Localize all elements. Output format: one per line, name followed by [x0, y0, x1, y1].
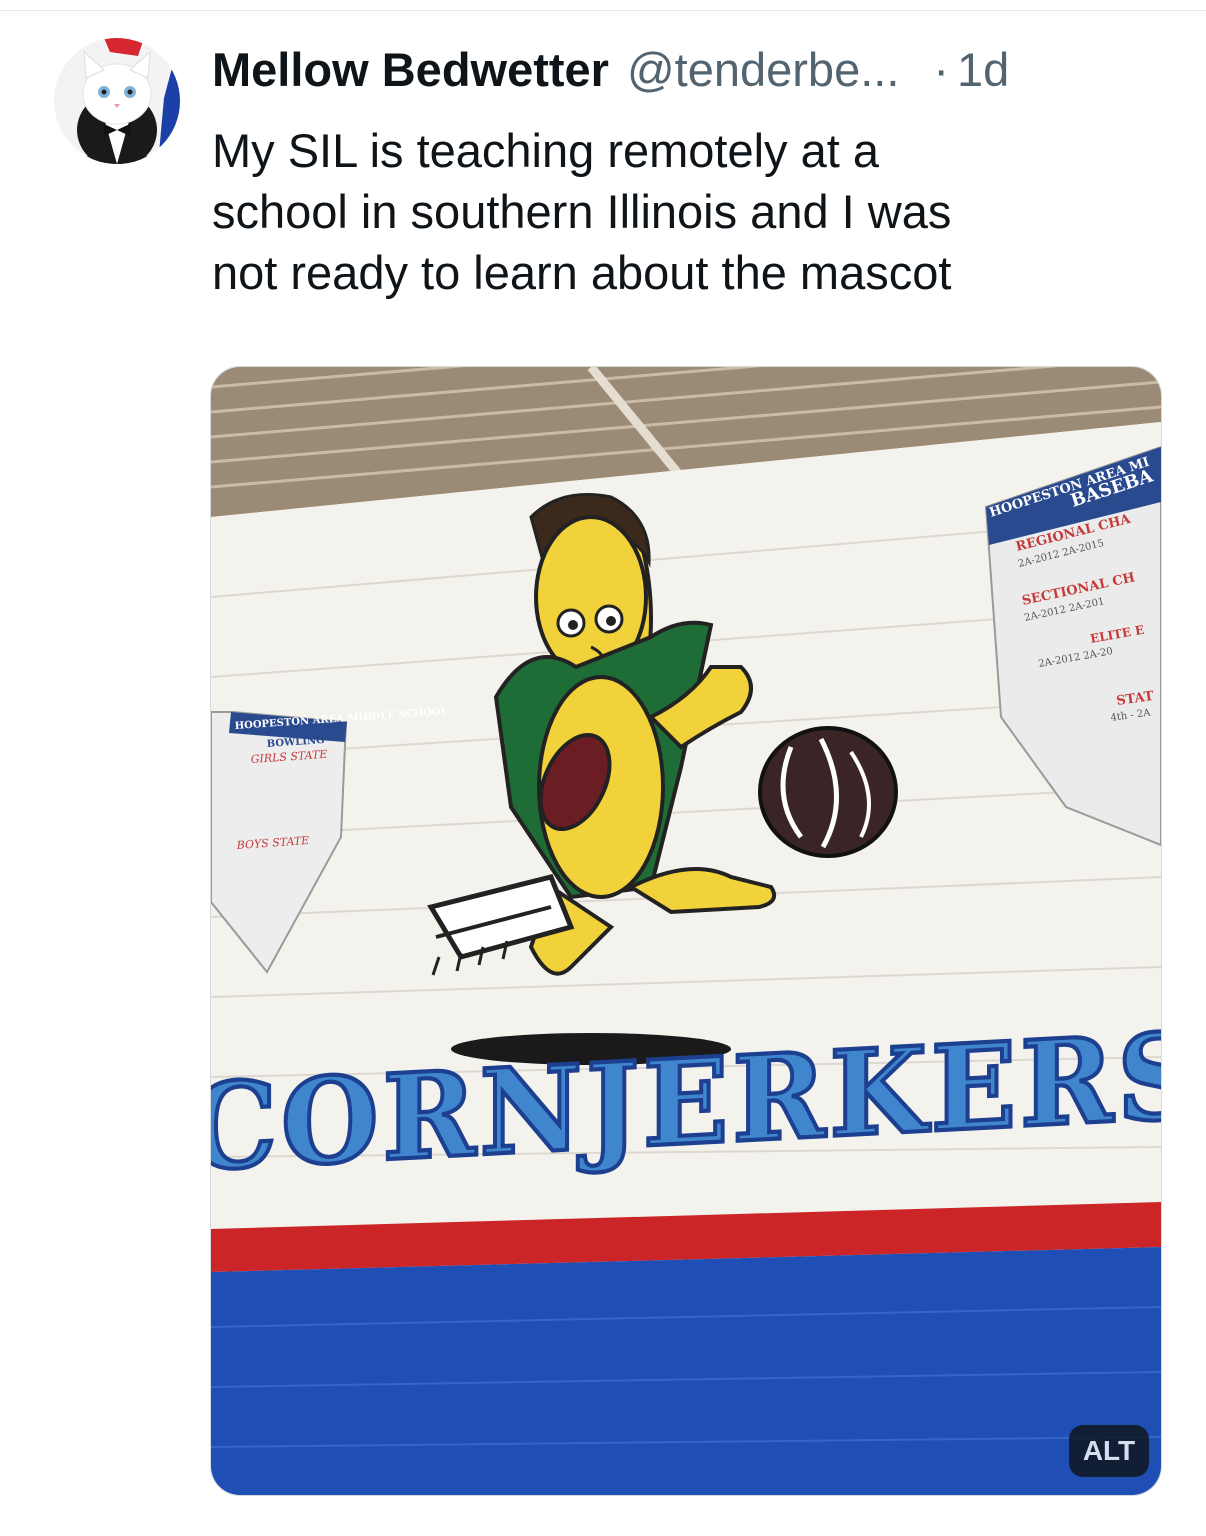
display-name[interactable]: Mellow Bedwetter	[212, 38, 609, 102]
timestamp[interactable]: 1d	[957, 38, 1009, 102]
tweet-text: My SIL is teaching remotely at a school …	[212, 124, 952, 299]
top-divider	[0, 10, 1206, 11]
avatar[interactable]	[54, 38, 180, 164]
user-handle[interactable]: @tenderbe...	[627, 38, 899, 102]
tweet-header: Mellow Bedwetter @tenderbe... · 1d	[212, 38, 1166, 102]
football-graphic	[758, 726, 898, 858]
separator-dot: ·	[933, 43, 950, 96]
tweet-image[interactable]: HOOPESTON AREA MIDDLE SCHOOL BOWLING GIR…	[210, 366, 1162, 1496]
cat-avatar-icon	[54, 38, 180, 164]
alt-text-button[interactable]: ALT	[1069, 1425, 1149, 1477]
gym-mural-photo: HOOPESTON AREA MIDDLE SCHOOL BOWLING GIR…	[211, 367, 1161, 1495]
